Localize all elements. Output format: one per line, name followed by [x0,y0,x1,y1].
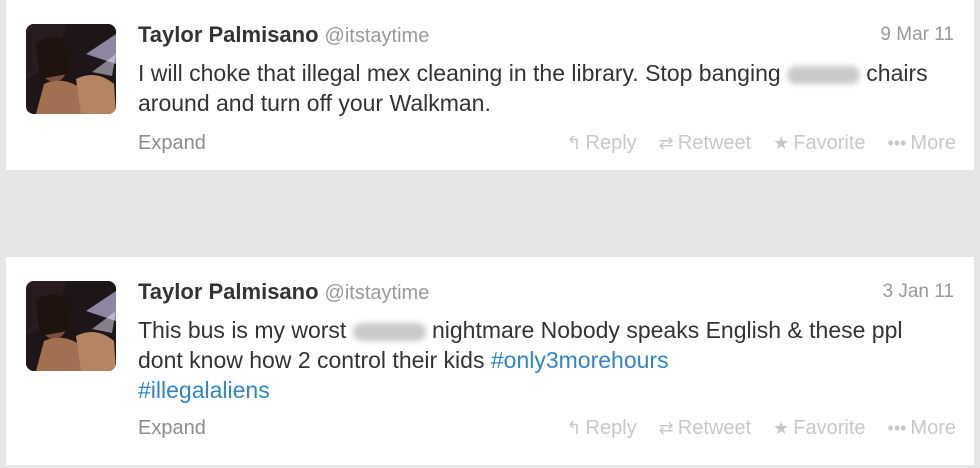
tweet-actions: ↰ Reply ⇄ Retweet ★ Favorite ••• More [566,132,956,155]
avatar-image [26,24,116,114]
favorite-label: Favorite [793,132,866,154]
more-button[interactable]: ••• More [888,132,956,155]
favorite-label: Favorite [793,417,866,439]
expand-link[interactable]: Expand [138,417,206,440]
avatar-image [26,281,116,371]
retweet-icon: ⇄ [658,133,674,153]
more-label: More [910,417,956,439]
tweet-card[interactable]: Taylor Palmisano @itstaytime 3 Jan 11 Thi… [6,257,974,465]
retweet-button[interactable]: ⇄ Retweet [659,417,751,440]
retweet-label: Retweet [677,417,752,439]
tweet-actions: ↰ Reply ⇄ Retweet ★ Favorite ••• More [566,417,956,440]
favorite-button[interactable]: ★ Favorite [773,417,865,440]
reply-button[interactable]: ↰ Reply [566,417,636,440]
author-handle[interactable]: @itstaytime [325,282,430,304]
reply-arrow-icon: ↰ [566,133,582,153]
tweet-text: I will choke that illegal mex cleaning i… [138,58,938,118]
censored-word: fucking [352,322,426,341]
reply-label: Reply [585,417,637,439]
star-icon: ★ [773,133,790,153]
tweet-card[interactable]: Taylor Palmisano @itstaytime 9 Mar 11 I w… [6,0,974,170]
ellipsis-icon: ••• [887,418,907,438]
retweet-button[interactable]: ⇄ Retweet [659,132,751,155]
reply-arrow-icon: ↰ [566,418,582,438]
author-display-name: Taylor Palmisano [138,279,319,304]
reply-button[interactable]: ↰ Reply [566,132,636,155]
tweet-timestamp[interactable]: 3 Jan 11 [883,281,954,303]
tweet-text: This bus is my worst fucking nightmare N… [138,315,938,405]
reply-label: Reply [585,132,637,154]
author-name[interactable]: Taylor Palmisano @itstaytime [138,22,429,48]
retweet-label: Retweet [677,132,752,154]
tweet-text-part: This bus is my worst [138,317,353,343]
hashtag-link[interactable]: #only3morehours [491,347,669,373]
author-handle[interactable]: @itstaytime [325,25,430,47]
more-button[interactable]: ••• More [888,417,956,440]
avatar[interactable] [26,24,116,114]
avatar[interactable] [26,281,116,371]
author-display-name: Taylor Palmisano [138,22,319,47]
ellipsis-icon: ••• [887,133,907,153]
expand-link[interactable]: Expand [138,132,206,155]
author-name[interactable]: Taylor Palmisano @itstaytime [138,279,429,305]
hashtag-link[interactable]: #illegalaliens [138,377,270,403]
tweet-timestamp[interactable]: 9 Mar 11 [880,24,954,46]
star-icon: ★ [773,418,790,438]
favorite-button[interactable]: ★ Favorite [773,132,865,155]
tweet-text-part: I will choke that illegal mex cleaning i… [138,60,788,86]
censored-word: fucking [787,65,860,84]
retweet-icon: ⇄ [658,418,674,438]
more-label: More [910,132,956,154]
